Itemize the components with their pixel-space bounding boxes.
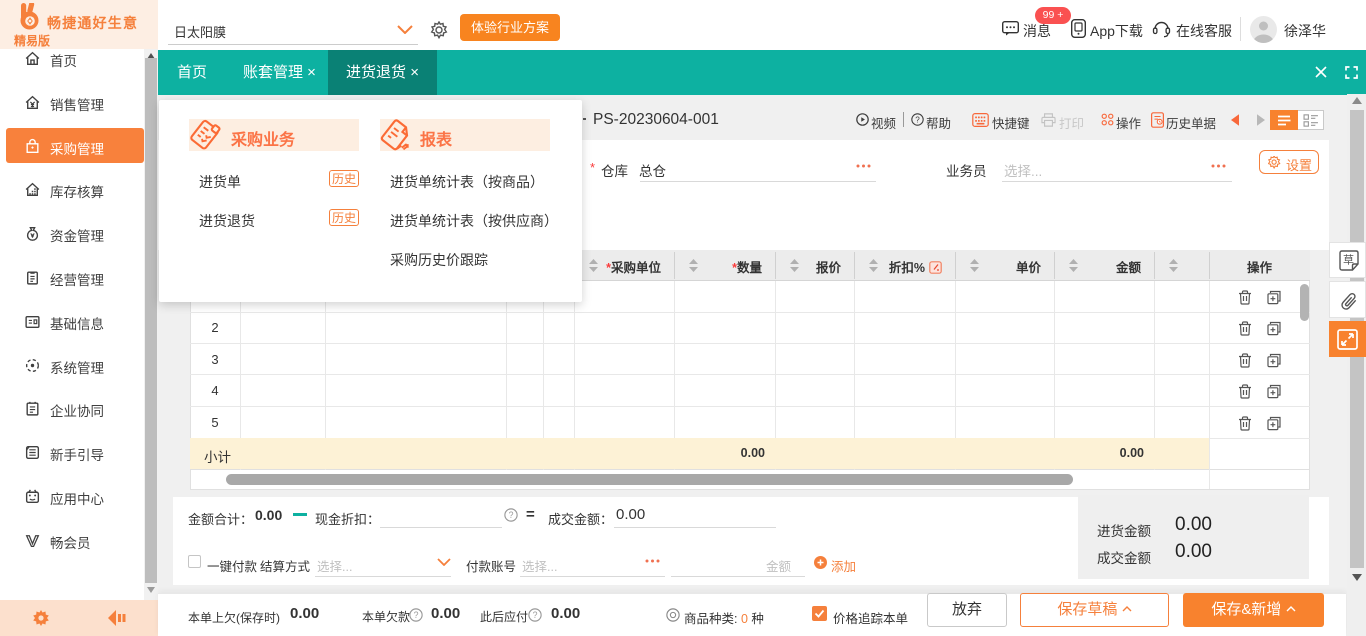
svg-text:?: ? xyxy=(414,610,419,620)
svg-text:?: ? xyxy=(509,510,514,520)
svg-text:草: 草 xyxy=(1343,254,1354,267)
svg-text:?: ? xyxy=(915,115,920,124)
svg-text:?: ? xyxy=(533,610,538,620)
